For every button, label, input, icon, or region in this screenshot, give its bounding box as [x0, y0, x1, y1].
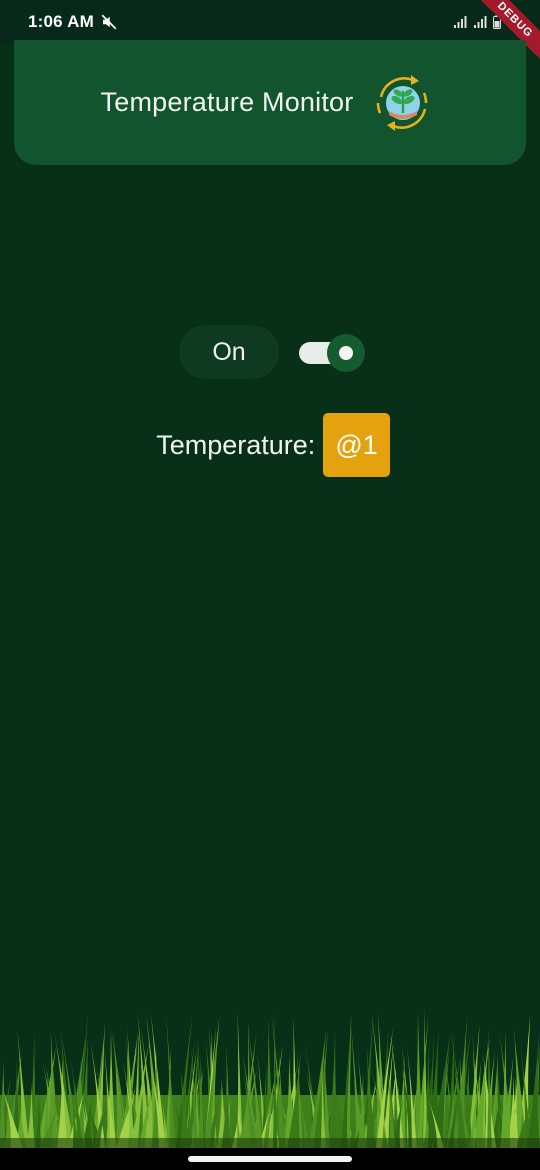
signal-icon-2 — [473, 16, 487, 28]
app-header: Temperature Monitor — [14, 40, 526, 165]
temperature-value: @1 — [323, 413, 390, 477]
home-indicator[interactable] — [188, 1156, 352, 1162]
plant-globe-cycle-icon — [377, 74, 428, 131]
grass-decoration — [0, 1005, 540, 1150]
mute-icon — [101, 14, 117, 30]
status-bar: 1:06 AM 49 — [0, 0, 540, 44]
temperature-row: Temperature: @1 — [0, 412, 540, 478]
navigation-bar — [0, 1148, 540, 1170]
app-screen: 1:06 AM 49 DE — [0, 0, 540, 1170]
signal-icon — [453, 16, 467, 28]
state-label: On — [179, 325, 279, 379]
power-switch[interactable] — [297, 332, 369, 372]
temperature-label: Temperature: — [156, 429, 316, 460]
switch-thumb[interactable] — [327, 334, 365, 372]
switch-thumb-dot — [339, 346, 353, 360]
toggle-row: On — [0, 324, 540, 380]
status-time: 1:06 AM — [28, 12, 94, 31]
app-title: Temperature Monitor — [100, 87, 354, 117]
grass-blade — [272, 1006, 278, 1150]
